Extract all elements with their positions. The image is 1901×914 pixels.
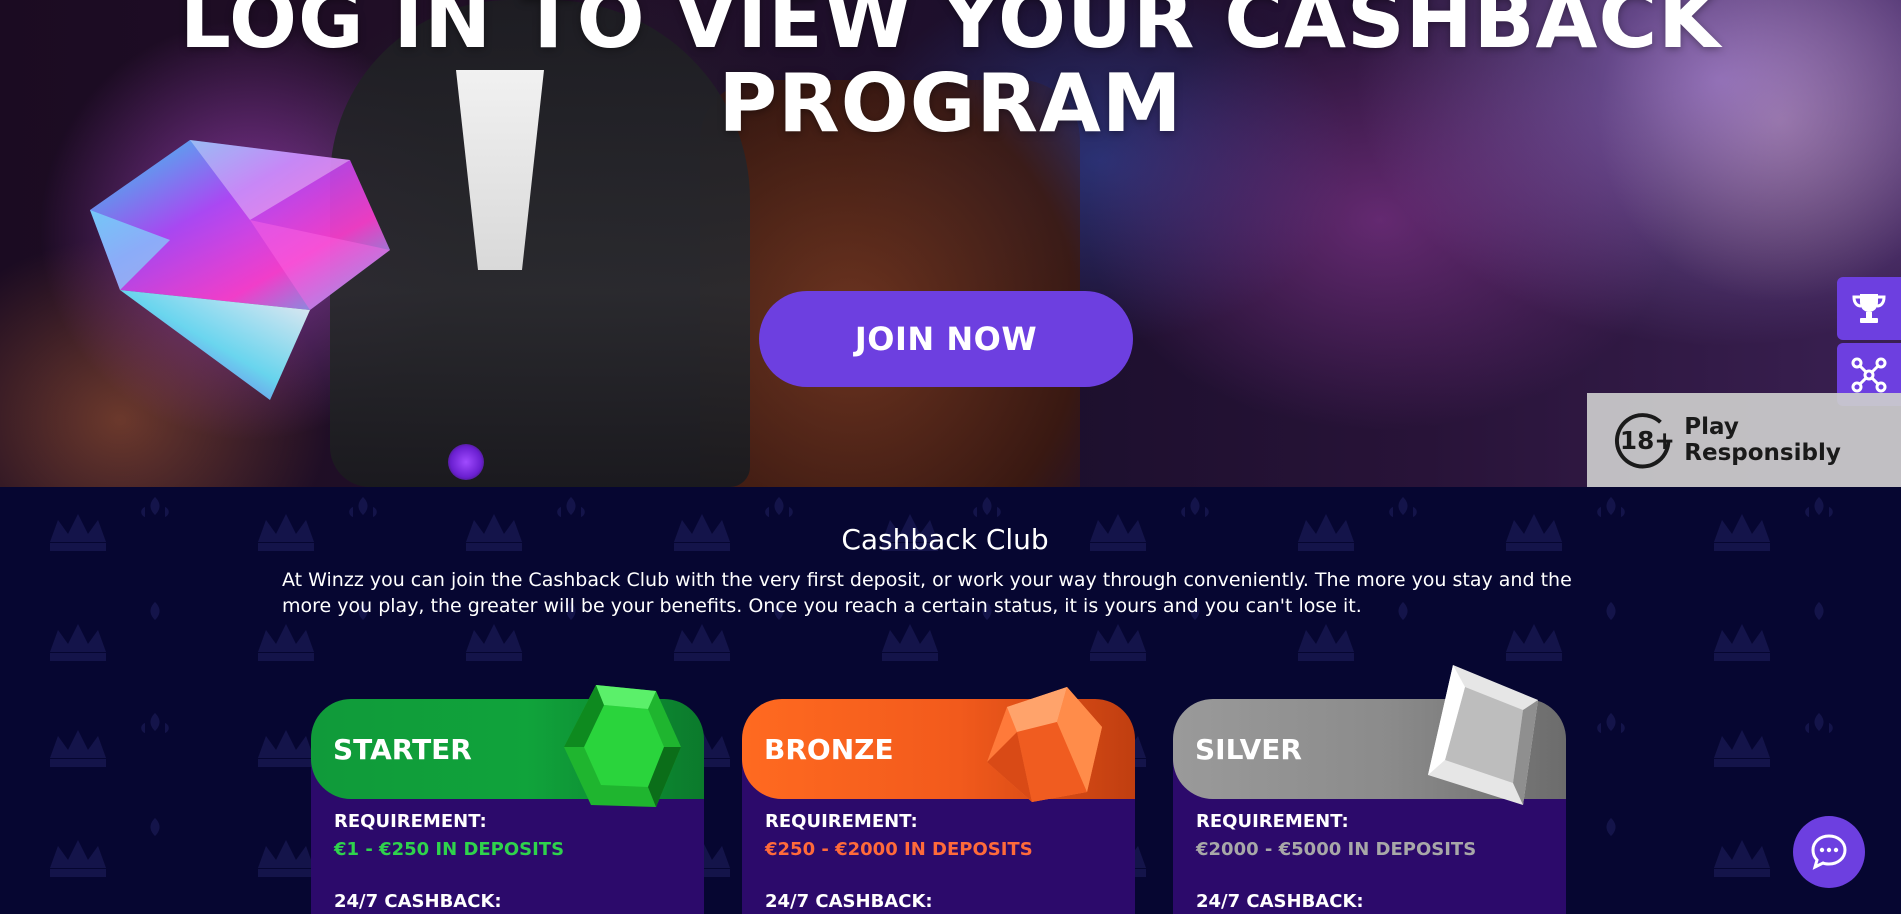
chat-button[interactable] (1793, 816, 1865, 888)
trophy-icon (1852, 293, 1886, 323)
age-18-plus-icon: 18+ (1615, 413, 1674, 469)
cashback-label: 24/7 CASHBACK: (1196, 891, 1364, 912)
tier-card-bronze[interactable]: BRONZE REQUIREMENT: €250 - €2000 IN DEPO… (742, 687, 1135, 914)
page: LOG IN TO VIEW YOUR CASHBACK PROGRAM JOI… (0, 0, 1901, 914)
cashback-club-section: Cashback Club At Winzz you can join the … (0, 487, 1901, 914)
requirement-label: REQUIREMENT: (334, 811, 487, 832)
emerald-gem-icon (564, 685, 681, 807)
network-icon (1851, 357, 1887, 392)
play-responsibly-label: Play Responsibly (1684, 414, 1841, 466)
age-badge-text: 18+ (1620, 426, 1674, 455)
cashback-label: 24/7 CASHBACK: (765, 891, 933, 912)
silver-gem-icon (1428, 665, 1538, 805)
trophy-button[interactable] (1837, 277, 1901, 340)
tier-card-silver[interactable]: SILVER REQUIREMENT: €2000 - €5000 IN DEP… (1173, 665, 1566, 914)
tier-name: STARTER (333, 732, 472, 766)
cashback-club-title: Cashback Club (841, 523, 1049, 556)
diamond-image (90, 140, 390, 400)
requirement-value: €250 - €2000 IN DEPOSITS (765, 839, 1033, 860)
tier-name: BRONZE (764, 732, 894, 766)
cashback-club-description: At Winzz you can join the Cashback Club … (282, 569, 1572, 617)
play-responsibly-banner[interactable]: 18+ Play Responsibly (1587, 393, 1901, 487)
requirement-label: REQUIREMENT: (1196, 811, 1349, 832)
hero-title-line2: PROGRAM (718, 57, 1183, 150)
requirement-value: €1 - €250 IN DEPOSITS (334, 839, 565, 860)
tier-card-starter[interactable]: STARTER REQUIREMENT: €1 - €250 IN DEPOSI… (311, 685, 704, 914)
glow-orb (448, 444, 484, 480)
requirement-value: €2000 - €5000 IN DEPOSITS (1196, 839, 1477, 860)
cashback-label: 24/7 CASHBACK: (334, 891, 502, 912)
hero-title: LOG IN TO VIEW YOUR CASHBACK PROGRAM (0, 0, 1901, 146)
requirement-label: REQUIREMENT: (765, 811, 918, 832)
join-now-button[interactable]: JOIN NOW (759, 291, 1133, 387)
bronze-gem-icon (987, 687, 1102, 802)
chat-icon (1811, 834, 1847, 870)
tier-name: SILVER (1195, 732, 1302, 766)
